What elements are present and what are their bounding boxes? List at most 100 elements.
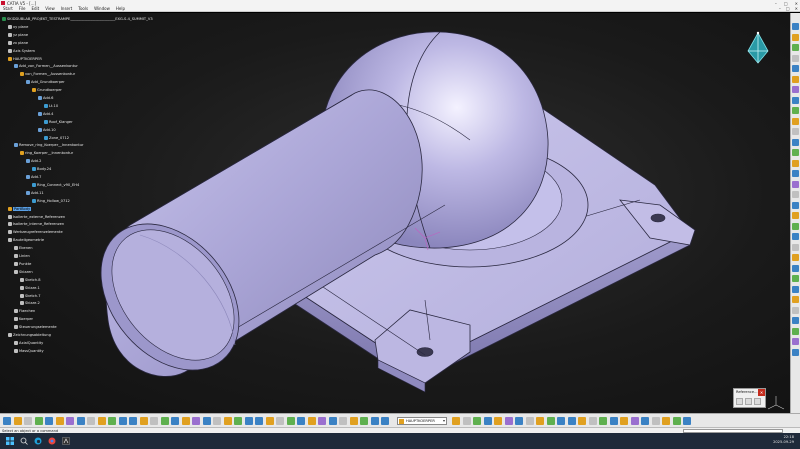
tree-node[interactable]: Flaechen xyxy=(14,309,35,314)
menu-help[interactable]: Help xyxy=(116,6,125,11)
toolbar-button[interactable] xyxy=(641,417,649,425)
tree-node[interactable]: Zone_0712 xyxy=(44,135,69,140)
tree-node[interactable]: Add.11 xyxy=(26,190,44,195)
tree-node[interactable]: Axis System xyxy=(8,48,35,53)
tree-node[interactable]: Skizzen xyxy=(14,269,33,274)
toolbar-button[interactable] xyxy=(276,417,284,425)
tree-node[interactable]: Ebenen xyxy=(14,246,33,251)
workbench-tool-button[interactable] xyxy=(792,254,799,261)
toolbar-button[interactable] xyxy=(339,417,347,425)
toolbar-button[interactable] xyxy=(483,417,492,425)
workbench-tool-button[interactable] xyxy=(792,170,799,177)
toolbar-button[interactable] xyxy=(609,417,618,425)
workbench-tool-button[interactable] xyxy=(792,33,799,41)
toolbar-button[interactable] xyxy=(557,417,565,425)
tree-node[interactable]: Ring_Hollow_0712 xyxy=(32,198,70,203)
tree-node[interactable]: Zeichnungsableitung xyxy=(8,333,51,337)
toolbar-button[interactable] xyxy=(97,417,106,425)
toolbar-button[interactable] xyxy=(265,417,274,425)
workbench-tool-button[interactable] xyxy=(792,96,799,104)
toolbar-button[interactable] xyxy=(118,417,127,425)
toolbar-button[interactable] xyxy=(181,417,190,425)
workbench-tool-button[interactable] xyxy=(792,65,799,72)
toolbar-button[interactable] xyxy=(452,417,460,425)
toolbar-button[interactable] xyxy=(546,417,555,425)
workbench-tool-button[interactable] xyxy=(792,44,799,51)
workbench-tool-button[interactable] xyxy=(792,264,799,272)
workbench-tool-button[interactable] xyxy=(792,222,799,230)
menu-start[interactable]: Start xyxy=(3,6,13,11)
current-body-dropdown[interactable]: HAUPTKOERPER ▾ xyxy=(397,417,447,425)
workbench-tool-button[interactable] xyxy=(792,107,799,114)
close-button[interactable]: ✕ xyxy=(795,1,798,6)
toolbar-button[interactable] xyxy=(662,417,670,425)
toolbar-button[interactable] xyxy=(525,417,534,425)
toolbar-button[interactable] xyxy=(462,417,471,425)
toolbar-button[interactable] xyxy=(76,417,85,425)
toolbar-button[interactable] xyxy=(504,417,513,425)
toolbar-button[interactable] xyxy=(3,417,11,425)
ref-line-button[interactable] xyxy=(745,398,752,405)
toolbar-button[interactable] xyxy=(630,417,639,425)
tree-node[interactable]: Skizze.2 xyxy=(20,301,40,306)
tree-node[interactable]: Lt.10 xyxy=(44,103,58,108)
workbench-tool-button[interactable] xyxy=(792,23,799,30)
toolbar-button[interactable] xyxy=(66,417,74,425)
tree-node[interactable]: Add_Grundkoerper xyxy=(26,80,65,85)
toolbar-button[interactable] xyxy=(255,417,263,425)
toolbar-button[interactable] xyxy=(160,417,169,425)
menu-window[interactable]: Window xyxy=(94,6,110,11)
toolbar-button[interactable] xyxy=(24,417,32,425)
tree-node[interactable]: Add.7 xyxy=(26,175,41,179)
toolbar-button[interactable] xyxy=(360,417,368,425)
workbench-tool-button[interactable] xyxy=(792,86,799,93)
tree-node[interactable]: Grundkoerper xyxy=(32,88,62,93)
toolbar-button[interactable] xyxy=(370,417,379,425)
tree-node[interactable]: Ring_Connect_v90_EH4 xyxy=(32,182,79,187)
tree-node[interactable]: Isolierte_externe_Referenzen xyxy=(8,214,65,219)
workbench-tool-button[interactable] xyxy=(792,285,799,293)
3d-viewport[interactable]: SKIDDUBLAB_PROJEKT_TESTRAMPE____________… xyxy=(0,13,790,413)
reference-dialog-close-button[interactable]: ✕ xyxy=(758,389,765,396)
toolbar-button[interactable] xyxy=(473,417,481,425)
workbench-tool-button[interactable] xyxy=(792,117,799,125)
toolbar-button[interactable] xyxy=(55,417,64,425)
toolbar-button[interactable] xyxy=(349,417,358,425)
toolbar-button[interactable] xyxy=(139,417,148,425)
toolbar-button[interactable] xyxy=(192,417,200,425)
workbench-tool-button[interactable] xyxy=(792,138,799,146)
workbench-tool-button[interactable] xyxy=(792,233,799,240)
tree-node[interactable]: Koerper xyxy=(14,317,33,322)
tree-node[interactable]: Skizze.1 xyxy=(20,285,40,290)
toolbar-button[interactable] xyxy=(651,417,660,425)
tree-node[interactable]: yz plane xyxy=(8,32,28,37)
tree-node[interactable]: Bauteilgeometrie xyxy=(8,238,44,243)
toolbar-button[interactable] xyxy=(318,417,326,425)
tree-node[interactable]: xy plane xyxy=(8,24,28,29)
search-icon[interactable] xyxy=(20,437,28,445)
toolbar-button[interactable] xyxy=(202,417,211,425)
workbench-tool-button[interactable] xyxy=(792,348,799,356)
workbench-tool-button[interactable] xyxy=(792,159,799,167)
toolbar-button[interactable] xyxy=(87,417,95,425)
tree-node[interactable]: Sketch.8 xyxy=(20,277,41,282)
tree-node[interactable]: Body.24 xyxy=(32,167,51,172)
tree-node[interactable]: Add.6 xyxy=(38,96,53,100)
catia-taskbar-icon[interactable] xyxy=(62,437,70,445)
toolbar-button[interactable] xyxy=(567,417,576,425)
maximize-button[interactable]: □ xyxy=(784,1,788,6)
doc-restore-button[interactable]: □ xyxy=(786,6,790,11)
tree-node[interactable]: Werkzeugreferenzelemente xyxy=(8,230,63,235)
tree-node[interactable]: MassQuantity xyxy=(14,348,44,353)
windows-start-icon[interactable] xyxy=(6,437,14,445)
tree-node[interactable]: Sketch.7 xyxy=(20,293,41,298)
toolbar-button[interactable] xyxy=(150,417,158,425)
toolbar-button[interactable] xyxy=(494,417,502,425)
toolbar-button[interactable] xyxy=(45,417,53,425)
menu-file[interactable]: File xyxy=(19,6,26,11)
workbench-tool-button[interactable] xyxy=(792,75,799,83)
tree-node[interactable]: Steuerungselemente xyxy=(14,325,57,330)
toolbar-button[interactable] xyxy=(672,417,681,425)
workbench-tool-button[interactable] xyxy=(792,180,799,188)
tree-node[interactable]: zx plane xyxy=(8,40,28,45)
